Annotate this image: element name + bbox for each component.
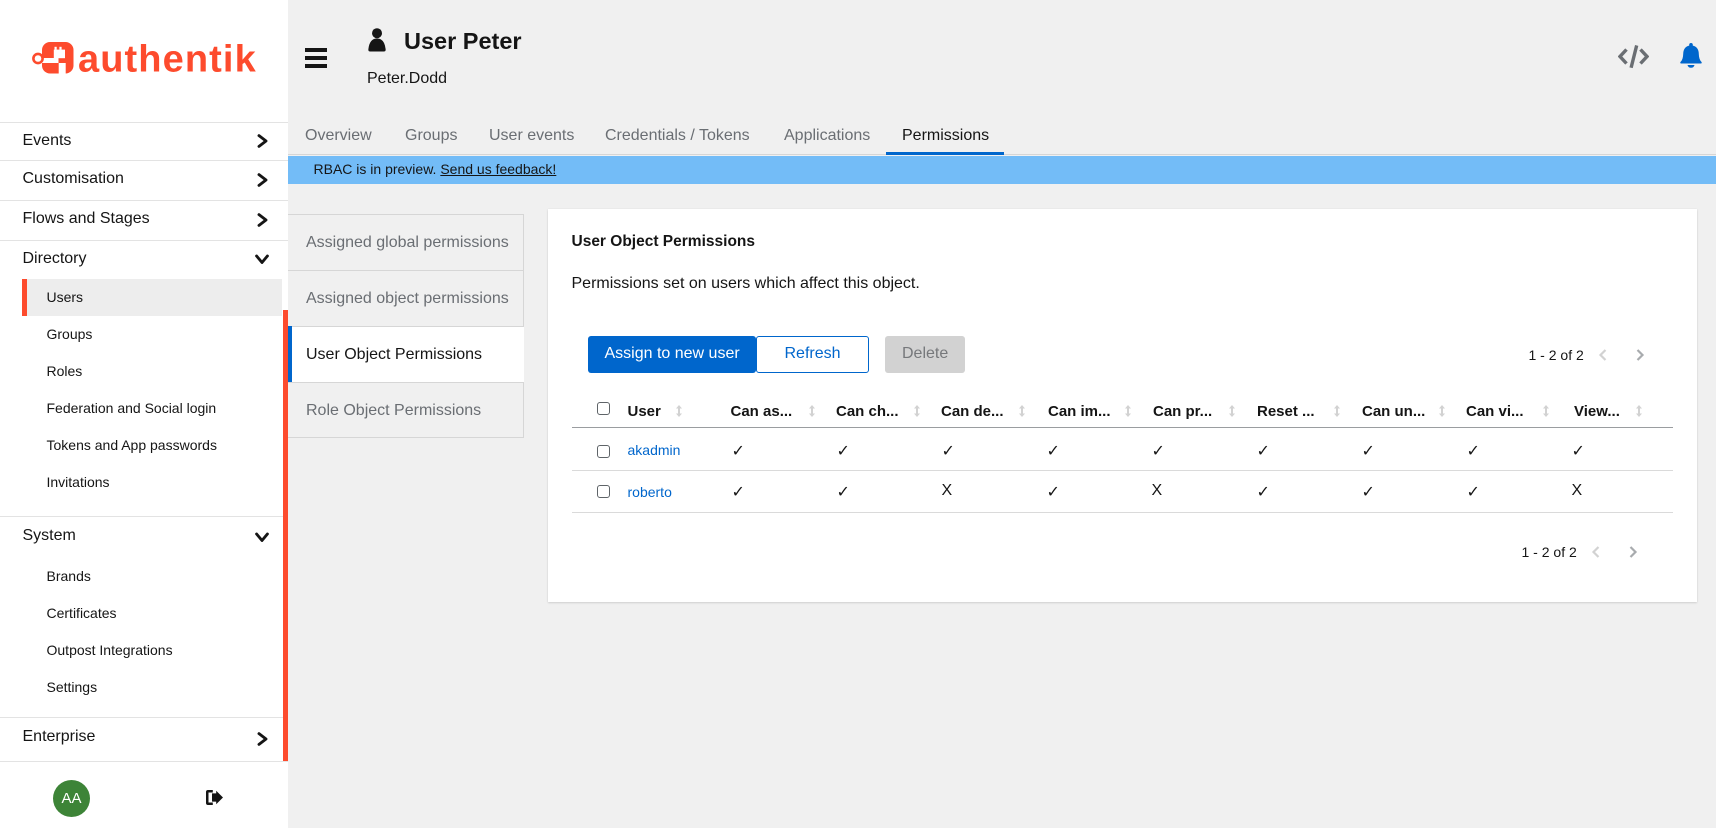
svg-text:authentik: authentik — [78, 39, 257, 81]
